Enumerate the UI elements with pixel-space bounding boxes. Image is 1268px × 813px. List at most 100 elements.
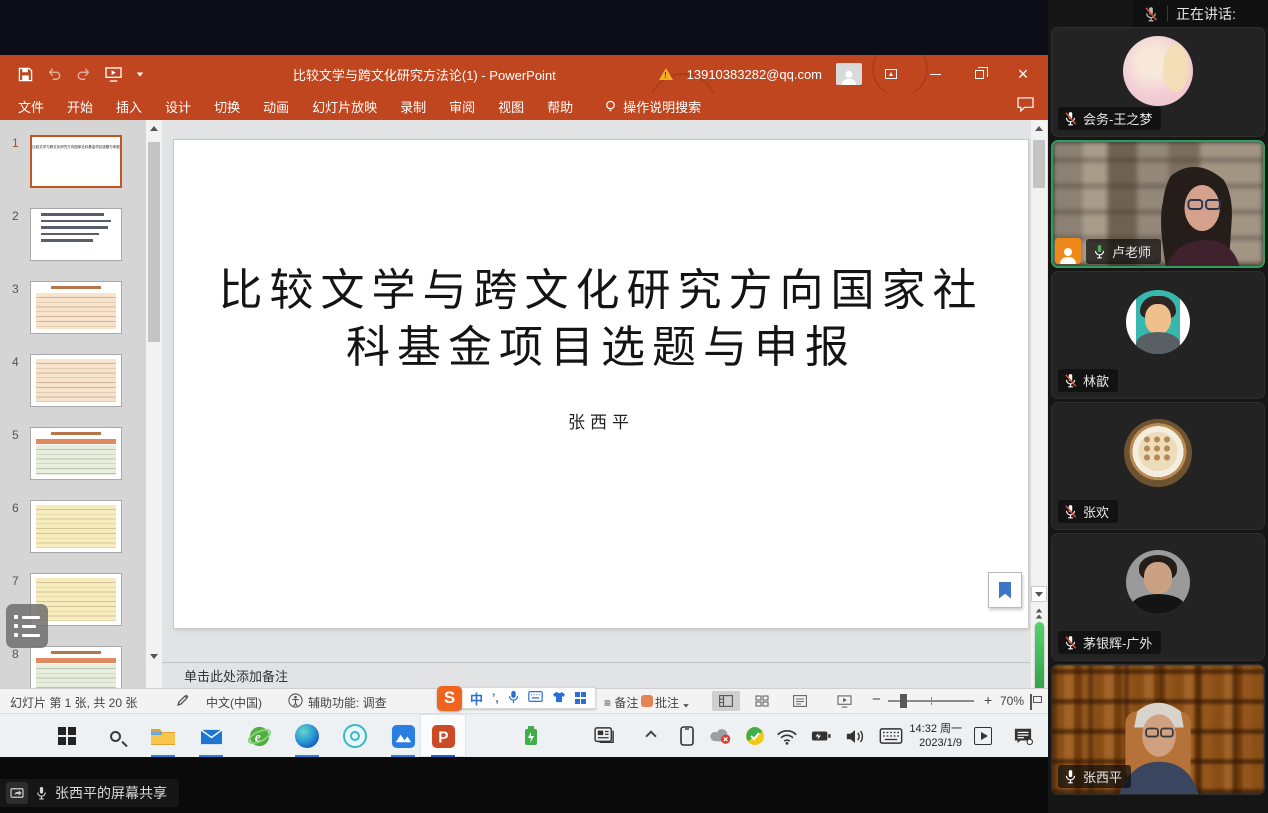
normal-view-button[interactable]	[712, 691, 740, 711]
slide-thumbnail-6[interactable]: 6	[6, 500, 146, 553]
internet-explorer-icon[interactable]: e	[244, 721, 274, 751]
scrollbar-thumb[interactable]	[1033, 140, 1045, 188]
save-icon[interactable]	[18, 67, 33, 82]
comments-panel-icon[interactable]	[1017, 97, 1034, 115]
participant-tile[interactable]: 林歆	[1051, 271, 1265, 399]
undo-icon[interactable]	[47, 67, 62, 81]
antivirus-tray-icon[interactable]	[740, 721, 770, 751]
play-tray-icon[interactable]	[968, 721, 998, 751]
list-toggle-button[interactable]	[6, 604, 48, 648]
previous-slide-button[interactable]	[1035, 608, 1043, 619]
taskbar-clock[interactable]: 14:32 周一 2023/1/9	[900, 722, 962, 750]
slide-title-text[interactable]: 比较文学与跨文化研究方向国家社科基金项目选题与申报	[216, 262, 986, 376]
slide-thumbnail-8[interactable]: 8	[6, 646, 146, 688]
ime-voice-icon[interactable]	[508, 690, 519, 707]
thumbnail-number: 4	[6, 354, 30, 407]
slideshow-view-button[interactable]	[830, 691, 858, 711]
thumbnail-scrollbar[interactable]	[146, 120, 162, 688]
redo-icon[interactable]	[76, 67, 91, 81]
slide-editor[interactable]: 比较文学与跨文化研究方向国家社科基金项目选题与申报 张西平	[162, 120, 1030, 662]
avatar	[1126, 290, 1190, 354]
slide-sorter-view-button[interactable]	[748, 691, 776, 711]
ime-punctuation-icon[interactable]: ’,	[492, 691, 499, 705]
tab-animations[interactable]: 动画	[263, 97, 289, 116]
slide-thumbnail-3[interactable]: 3	[6, 281, 146, 334]
slide-canvas[interactable]: 比较文学与跨文化研究方向国家社科基金项目选题与申报 张西平	[174, 140, 1028, 628]
wifi-tray-icon[interactable]	[772, 721, 802, 751]
account-avatar-icon[interactable]	[836, 63, 862, 85]
ime-mode-chinese[interactable]: 中	[470, 689, 483, 708]
slide-thumbnail-4[interactable]: 4	[6, 354, 146, 407]
close-button[interactable]: ×	[1008, 61, 1038, 87]
edge-browser-icon[interactable]	[292, 721, 322, 751]
tab-file[interactable]: 文件	[18, 97, 44, 116]
search-button[interactable]	[100, 721, 130, 751]
volume-tray-icon[interactable]	[840, 721, 870, 751]
battery-app-icon[interactable]	[516, 721, 546, 751]
tell-me-search[interactable]: 操作说明搜索	[604, 97, 701, 116]
notes-pane[interactable]: 单击此处添加备注	[162, 662, 1030, 688]
zoom-slider-thumb[interactable]	[900, 694, 907, 708]
ime-bar: 中 ’,	[459, 687, 596, 709]
tab-slideshow[interactable]: 幻灯片放映	[312, 97, 377, 116]
slide-thumbnail-1[interactable]: 1 比较文学与跨文化研究方向国家社科基金项目选题与申报	[6, 135, 146, 188]
slide-thumbnail-2[interactable]: 2	[6, 208, 146, 261]
scrollbar-thumb[interactable]	[148, 142, 160, 342]
notification-center-icon[interactable]	[1008, 721, 1038, 751]
participant-tile[interactable]: 张西平	[1051, 664, 1265, 795]
start-slideshow-icon[interactable]	[105, 67, 122, 82]
ime-toolbox-icon[interactable]	[575, 692, 587, 704]
cloud-sync-error-icon[interactable]	[706, 721, 736, 751]
tab-record[interactable]: 录制	[400, 97, 426, 116]
show-hidden-icons-chevron[interactable]	[636, 721, 666, 751]
meeting-app-icon[interactable]	[388, 721, 418, 751]
participant-tile[interactable]: 张欢	[1051, 402, 1265, 530]
zoom-level[interactable]: 70%	[1000, 694, 1024, 708]
scroll-up-button[interactable]	[1031, 120, 1047, 136]
editor-scrollbar[interactable]	[1031, 120, 1047, 688]
tab-help[interactable]: 帮助	[547, 97, 573, 116]
phone-tray-icon[interactable]	[672, 721, 702, 751]
scroll-up-button[interactable]	[146, 120, 162, 136]
power-tray-icon[interactable]	[806, 721, 836, 751]
tab-home[interactable]: 开始	[67, 97, 93, 116]
reading-view-button[interactable]	[786, 691, 814, 711]
scroll-down-button[interactable]	[1031, 586, 1047, 602]
participant-tile[interactable]: 茅银辉-广外	[1051, 533, 1265, 661]
ime-keyboard-icon[interactable]	[528, 691, 543, 705]
account-email[interactable]: 13910383282@qq.com	[687, 67, 822, 82]
comments-toggle-button[interactable]: 批注	[655, 694, 690, 711]
qat-customize-icon[interactable]	[137, 72, 143, 76]
participant-name: 会务-王之梦	[1083, 109, 1152, 128]
mail-icon[interactable]	[196, 721, 226, 751]
security-app-icon[interactable]	[340, 721, 370, 751]
notes-toggle-button[interactable]: ≡ 备注	[604, 694, 638, 711]
slide-thumbnail-5[interactable]: 5	[6, 427, 146, 480]
bookmark-button[interactable]	[988, 572, 1022, 608]
tab-review[interactable]: 审阅	[449, 97, 475, 116]
slide-author-text[interactable]: 张西平	[568, 408, 634, 433]
tab-insert[interactable]: 插入	[116, 97, 142, 116]
restore-button[interactable]	[964, 61, 994, 87]
zoom-out-button[interactable]: −	[872, 691, 881, 708]
zoom-in-button[interactable]: +	[984, 692, 992, 708]
zoom-slider[interactable]	[888, 700, 974, 702]
pen-icon[interactable]	[176, 693, 190, 710]
titlebar-decoration	[872, 55, 928, 97]
file-explorer-icon[interactable]	[148, 721, 178, 751]
participant-tile[interactable]: 卢老师	[1051, 140, 1265, 268]
participant-tile[interactable]: 会务-王之梦	[1051, 27, 1265, 137]
tab-view[interactable]: 视图	[498, 97, 524, 116]
scroll-down-button[interactable]	[146, 648, 162, 664]
accessibility-status[interactable]: 辅助功能: 调查	[308, 694, 387, 711]
sogou-logo-icon[interactable]: S	[437, 686, 462, 711]
tab-transitions[interactable]: 切换	[214, 97, 240, 116]
tab-design[interactable]: 设计	[165, 97, 191, 116]
language-status[interactable]: 中文(中国)	[206, 694, 262, 711]
ime-skin-icon[interactable]	[552, 691, 566, 706]
fit-to-window-button[interactable]	[1030, 695, 1032, 709]
start-button[interactable]	[52, 721, 82, 751]
powerpoint-icon[interactable]: P	[428, 721, 458, 751]
widgets-tray-icon[interactable]	[590, 721, 620, 751]
slide-counter[interactable]: 幻灯片 第 1 张, 共 20 张	[10, 694, 137, 711]
